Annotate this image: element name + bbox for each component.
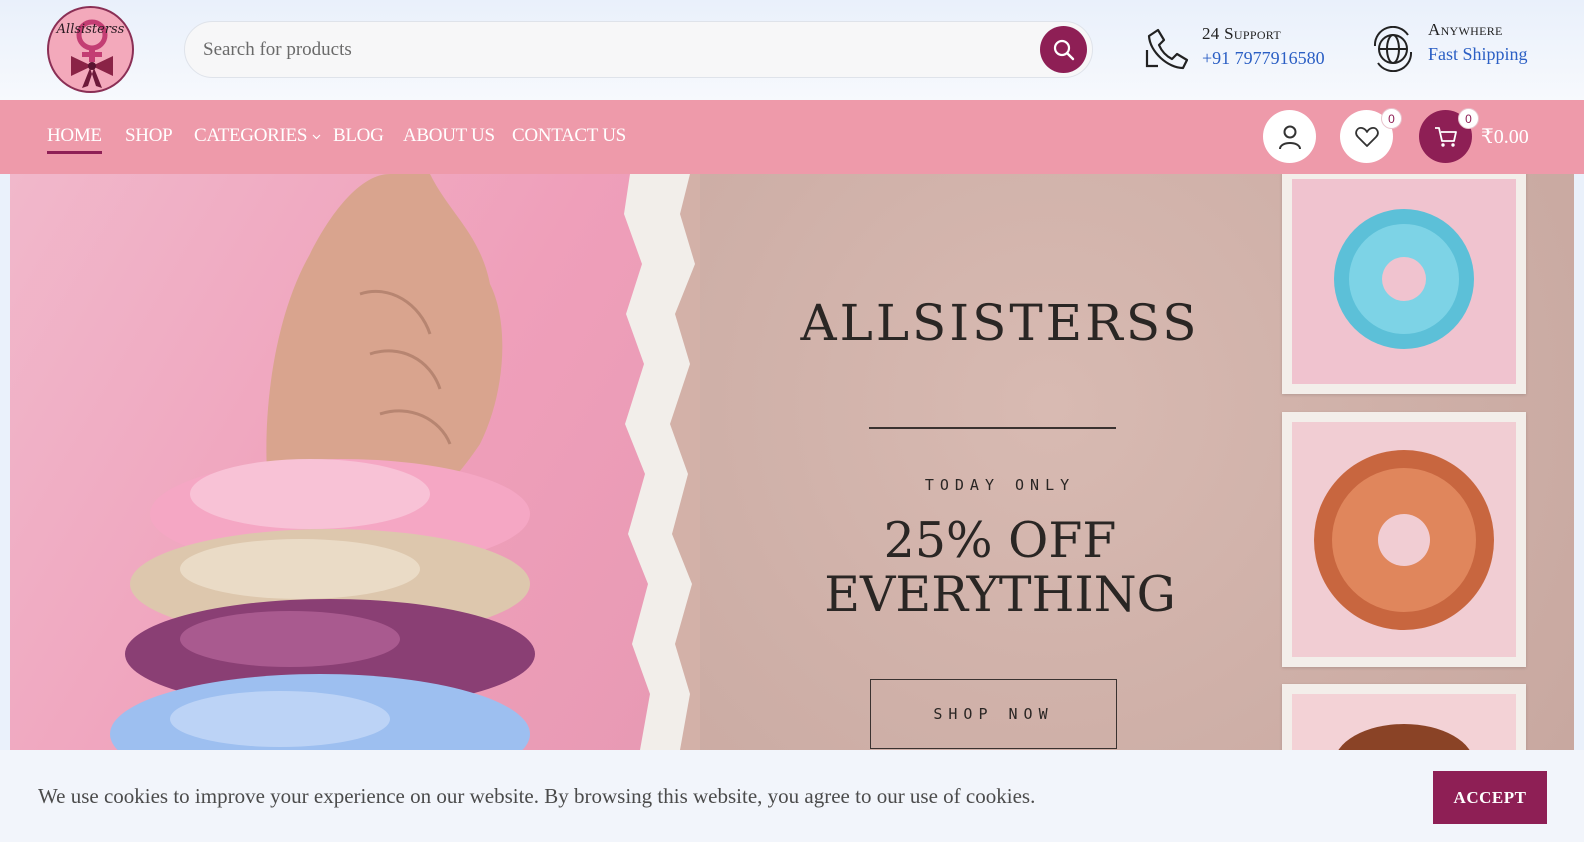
- hero-offer-line1: 25% OFF: [883, 512, 1117, 569]
- hero-offer: 25% OFF EVERYTHING: [710, 514, 1290, 622]
- nav-item-blog[interactable]: BLOG: [333, 125, 384, 147]
- phone-icon: [1145, 28, 1189, 70]
- nav-item-home[interactable]: HOME: [47, 125, 102, 154]
- torn-paper-edge: [624, 174, 695, 750]
- search-input[interactable]: [203, 22, 1023, 77]
- logo-wordmark: Allsisterss: [56, 22, 125, 37]
- polaroid-blue-scrunchie: [1282, 174, 1526, 394]
- site-logo[interactable]: Allsisterss: [47, 6, 134, 93]
- nav-item-contact-us[interactable]: CONTACT US: [512, 125, 626, 147]
- cookie-notice: We use cookies to improve your experienc…: [0, 750, 1584, 842]
- accept-cookies-button[interactable]: ACCEPT: [1433, 771, 1547, 824]
- cart-count-badge: 0: [1458, 108, 1479, 129]
- heart-icon: [1354, 126, 1379, 147]
- blue-scrunchie-image: [1334, 209, 1474, 349]
- hero-title: ALLSISTERSS: [800, 294, 1200, 352]
- polaroid-orange-scrunchie: [1282, 412, 1526, 667]
- polaroid-brown-scrunchie: [1282, 684, 1526, 750]
- cart-icon: [1434, 126, 1457, 147]
- top-header: Allsisterss 24 Support +91 7977916580 An…: [0, 0, 1584, 100]
- hero-offer-line2: EVERYTHING: [824, 566, 1176, 623]
- shop-now-button[interactable]: SHOP NOW: [870, 679, 1117, 749]
- nav-item-categories-label: CATEGORIES: [194, 125, 308, 146]
- hero-subtitle: TODAY ONLY: [924, 476, 1076, 494]
- shipping-info: Anywhere Fast Shipping: [1428, 20, 1528, 65]
- shipping-value: Fast Shipping: [1428, 44, 1528, 64]
- nav-item-shop[interactable]: SHOP: [125, 125, 173, 147]
- hero-photo-illustration: [110, 174, 535, 750]
- main-nav: HOME SHOP CATEGORIES BLOG ABOUT US CONTA…: [0, 100, 1584, 174]
- shipping-title: Anywhere: [1428, 20, 1503, 39]
- chevron-down-icon: [312, 134, 321, 140]
- logo-emblem-icon: [71, 19, 113, 88]
- search-bar: [184, 21, 1093, 78]
- globe-icon: [1373, 26, 1413, 72]
- hero-banner[interactable]: ALLSISTERSS TODAY ONLY 25% OFF EVERYTHIN…: [10, 174, 1574, 750]
- support-title: 24 Support: [1202, 24, 1281, 43]
- nav-item-about-us[interactable]: ABOUT US: [403, 125, 495, 147]
- hero-image-scrunchies-hand: [10, 174, 650, 750]
- orange-scrunchie-image: [1314, 450, 1494, 630]
- support-info: 24 Support +91 7977916580: [1202, 24, 1325, 69]
- account-button[interactable]: [1263, 110, 1316, 163]
- hero-divider: [869, 427, 1116, 429]
- wishlist-count-badge: 0: [1381, 108, 1402, 129]
- nav-item-categories[interactable]: CATEGORIES: [194, 125, 321, 147]
- brown-scrunchie-image: [1338, 724, 1470, 750]
- cookie-text: We use cookies to improve your experienc…: [38, 784, 1036, 808]
- support-phone-link[interactable]: +91 7977916580: [1202, 48, 1325, 69]
- search-button[interactable]: [1040, 26, 1087, 73]
- cart-total[interactable]: ₹0.00: [1481, 124, 1529, 149]
- search-icon: [1053, 39, 1074, 60]
- user-icon: [1278, 125, 1301, 149]
